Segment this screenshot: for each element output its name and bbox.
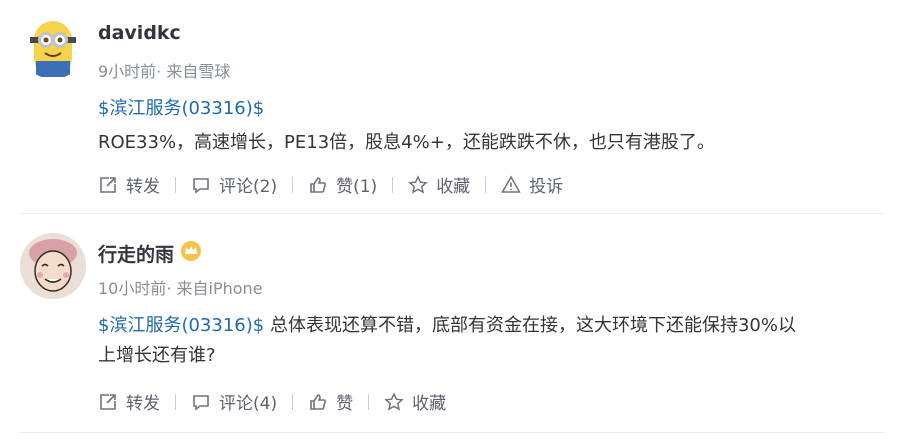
divider [292, 393, 294, 410]
comment-label: 评论(4) [219, 394, 278, 414]
comment-icon [193, 394, 209, 411]
username[interactable]: 行走的雨 [98, 240, 174, 267]
feed: davidkc 9小时前· 来自雪球 $滨江服务(03316)$ ROE33%，… [0, 0, 911, 441]
favorite-label: 收藏 [412, 394, 447, 414]
stock-link[interactable]: $滨江服务(03316)$ [98, 315, 264, 336]
thumbs-up-icon [310, 393, 327, 410]
divider [368, 393, 370, 410]
post-divider [20, 432, 884, 433]
favorite-button[interactable]: 收藏 [384, 389, 446, 414]
star-icon [384, 391, 404, 411]
vip-badge-icon [181, 241, 201, 261]
forward-button[interactable]: 转发 [98, 389, 160, 414]
like-button[interactable]: 赞 [308, 389, 353, 414]
post-meta: 10小时前· 来自iPhone [98, 279, 263, 298]
share-icon [100, 393, 116, 410]
post-text-line1: 总体表现还算不错，底部有资金在接，这大环境下还能保持30%以 [264, 315, 796, 336]
avatar[interactable] [20, 233, 86, 299]
post: 行走的雨 10小时前· 来自iPhone $滨江服务(03316)$ 总体表现还… [0, 0, 911, 441]
like-label: 赞 [336, 394, 354, 414]
comment-button[interactable]: 评论(4) [191, 389, 277, 414]
action-bar: 转发 评论(4) 赞 收藏 [98, 389, 446, 414]
post-text-line2: 上增长还有谁? [98, 345, 216, 366]
divider [175, 393, 176, 410]
forward-label: 转发 [126, 394, 160, 414]
post-content: $滨江服务(03316)$ 总体表现还算不错，底部有资金在接，这大环境下还能保持… [98, 311, 888, 371]
